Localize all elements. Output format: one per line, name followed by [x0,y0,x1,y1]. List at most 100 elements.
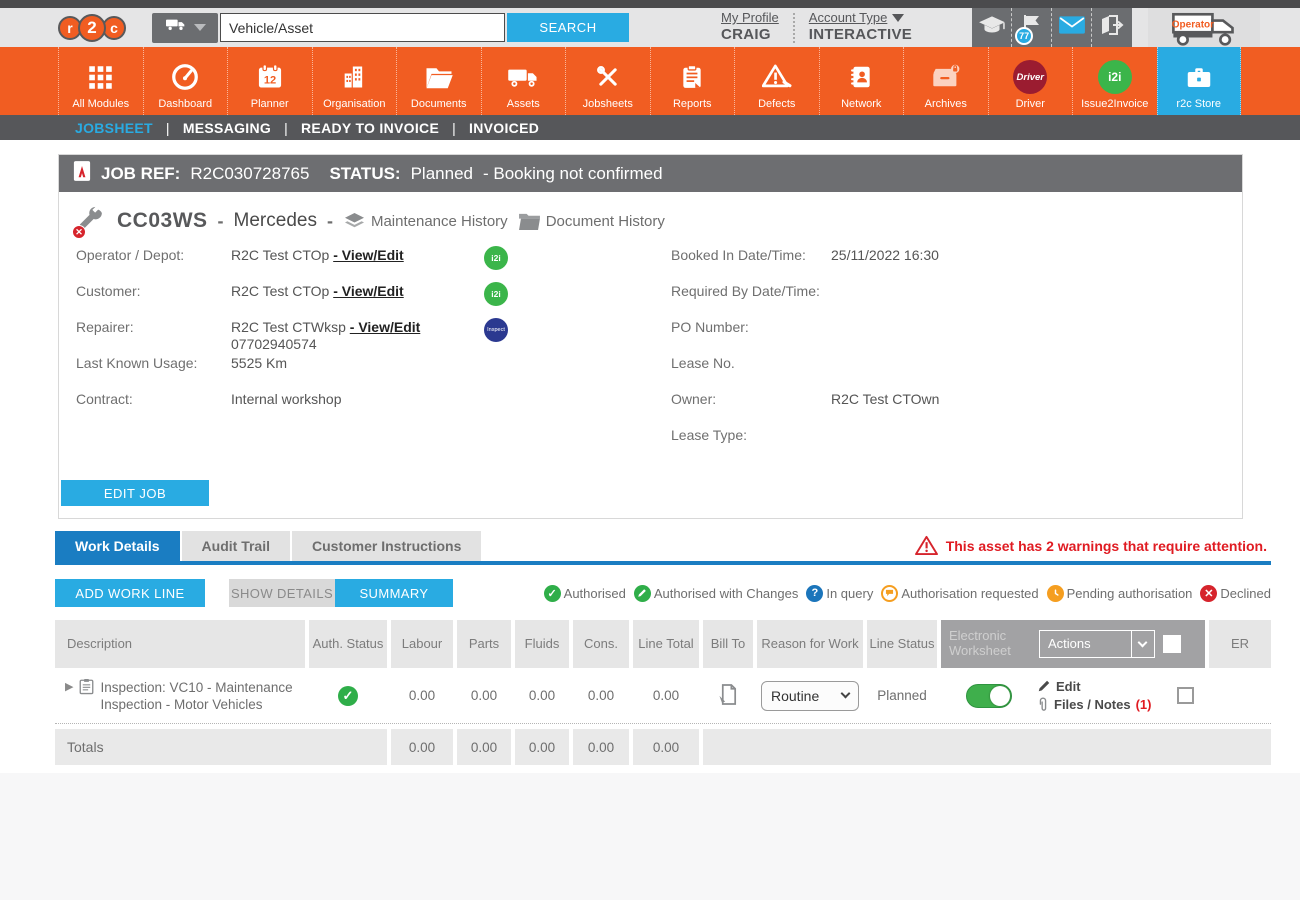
nav-item-organisation[interactable]: Organisation [312,47,397,115]
repairer-value: R2C Test CTWksp [231,319,346,335]
envelope-icon [1058,14,1086,41]
nav-item-archives[interactable]: Archives [903,47,988,115]
select-all-checkbox[interactable] [1163,635,1181,653]
nav-item-defects[interactable]: Defects [734,47,819,115]
nav-item-all-modules[interactable]: All Modules [58,47,143,115]
pencil-icon [1037,679,1051,693]
worksheet-header-label: Electronic Worksheet [949,629,1031,659]
view-edit-link[interactable]: - View/Edit [333,247,404,263]
nav-item-issue2invoice[interactable]: i2i Issue2Invoice [1072,47,1157,115]
nav-label: Archives [925,98,967,110]
auth-status-cell: ✓ [309,686,387,706]
subnav-item-ready-to-invoice[interactable]: READY TO INVOICE [301,120,439,136]
work-line-description: Inspection: VC10 - Maintenance Inspectio… [100,678,305,713]
totals-line-total: 0.00 [633,729,699,765]
field-po-number: PO Number: [671,318,1081,354]
subnav-item-messaging[interactable]: MESSAGING [183,120,271,136]
messages-button[interactable] [1052,8,1092,47]
field-value [831,282,1081,283]
show-details-button[interactable]: SHOW DETAILS [229,579,335,607]
logo-letter: 2 [78,14,106,42]
tab-work-details[interactable]: Work Details [55,531,180,561]
nav-item-dashboard[interactable]: Dashboard [143,47,228,115]
nav-item-jobsheets[interactable]: Jobsheets [565,47,650,115]
edit-job-button[interactable]: EDIT JOB [61,480,209,506]
defect-cross-icon: ✕ [72,225,86,239]
inspect-badge[interactable]: Inspect [484,318,508,342]
nav-label: Defects [758,98,795,110]
totals-filler [703,729,1271,765]
field-value: 5525 Km [231,354,481,372]
search-button[interactable]: SEARCH [507,13,629,42]
nav-item-r2c-store[interactable]: r2c Store [1157,47,1242,115]
tools-icon [594,58,622,96]
customer-value: R2C Test CTOp [231,283,329,299]
chevron-down-icon [194,24,206,31]
files-notes-label: Files / Notes [1054,697,1131,712]
field-lease-no: Lease No. [671,354,1081,390]
field-label: Required By Date/Time: [671,282,831,300]
worksheet-toggle-on[interactable] [966,684,1012,708]
my-profile-link[interactable]: My Profile [721,10,779,26]
pencil-circle-icon [634,585,651,602]
subnav-item-invoiced[interactable]: INVOICED [469,120,539,136]
nav-item-assets[interactable]: Assets [481,47,566,115]
view-edit-link[interactable]: - View/Edit [333,283,404,299]
i2i-badge[interactable]: i2i [484,282,508,306]
tab-customer-instructions[interactable]: Customer Instructions [292,531,481,561]
field-label: Operator / Depot: [76,246,231,264]
col-line-total: Line Total [633,620,699,668]
logout-button[interactable] [1092,8,1132,47]
col-labour: Labour [391,620,453,668]
logout-icon [1099,13,1125,42]
totals-cons: 0.00 [573,729,629,765]
i2i-badge[interactable]: i2i [484,246,508,270]
document-history-link[interactable]: Document History [518,212,665,231]
col-description: Description [55,620,305,668]
files-notes-link[interactable]: Files / Notes (1) [1037,697,1165,713]
nav-item-documents[interactable]: Documents [396,47,481,115]
auth-status-legend: ✓ Authorised Authorised with Changes ? I… [544,585,1271,602]
pdf-icon[interactable] [73,160,91,187]
account-type-link[interactable]: Account Type [809,10,905,26]
separator: - [327,211,333,232]
nav-item-planner[interactable]: 12 Planner [227,47,312,115]
summary-button[interactable]: SUMMARY [335,579,453,607]
reason-for-work-dropdown[interactable]: Routine [761,681,859,711]
chevron-down-icon [1138,637,1148,647]
maintenance-history-link[interactable]: Maintenance History [343,212,508,231]
work-line-description-cell: ▶ Inspection: VC10 - Maintenance Inspect… [55,678,305,713]
operator-role-badge[interactable]: Operator [1148,8,1260,47]
training-button[interactable] [972,8,1012,47]
subnav-item-jobsheet[interactable]: JOBSHEET [75,120,153,136]
asset-type-selector[interactable] [152,13,218,43]
user-name: CRAIG [721,26,771,45]
nav-item-reports[interactable]: Reports [650,47,735,115]
field-label: Customer: [76,282,231,300]
edit-line-link[interactable]: Edit [1037,679,1165,694]
add-work-line-button[interactable]: ADD WORK LINE [55,579,205,607]
nav-item-driver[interactable]: Driver Driver [988,47,1073,115]
bill-to-doc-icon[interactable] [718,683,739,709]
field-value: R2C Test CTOwn [831,390,1081,408]
cons-value: 0.00 [573,688,629,703]
tab-audit-trail[interactable]: Audit Trail [182,531,290,561]
expand-row-arrow[interactable]: ▶ [65,678,73,693]
details-left-column: Operator / Depot: R2C Test CTOp - View/E… [76,246,671,462]
separator: | [452,120,456,136]
nav-item-network[interactable]: Network [819,47,904,115]
field-label: Repairer: [76,318,231,336]
col-fluids: Fluids [515,620,569,668]
separator: | [166,120,170,136]
account-type-value: INTERACTIVE [809,26,912,45]
search-input[interactable] [220,13,505,42]
view-edit-link[interactable]: - View/Edit [350,319,421,335]
work-toolbar: ADD WORK LINE SHOW DETAILS SUMMARY ✓ Aut… [55,579,1271,607]
field-operator-depot: Operator / Depot: R2C Test CTOp - View/E… [76,246,671,282]
notifications-button[interactable]: 77 [1012,8,1052,47]
field-customer: Customer: R2C Test CTOp - View/Edit i2i [76,282,671,318]
work-line-row: ▶ Inspection: VC10 - Maintenance Inspect… [55,668,1271,724]
status-label: STATUS: [329,164,400,184]
actions-dropdown[interactable]: Actions [1039,630,1155,658]
row-checkbox[interactable] [1177,687,1194,704]
